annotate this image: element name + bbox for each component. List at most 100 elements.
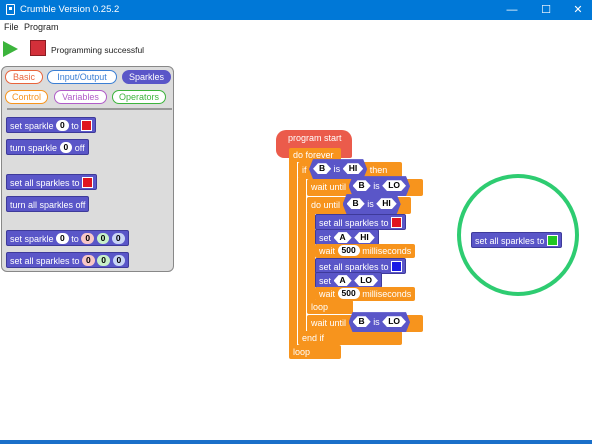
block-label: end if [302, 333, 325, 343]
input-b[interactable]: B [347, 198, 365, 209]
input-b[interactable]: B [353, 316, 371, 327]
set-output-block[interactable]: set A LO [315, 272, 382, 288]
block-label: set all sparkles to [319, 262, 389, 272]
palette-turn-all-sparkles-off-block[interactable]: turn all sparkles off [6, 196, 90, 212]
palette-set-all-sparkles-block[interactable]: set all sparkles to [6, 174, 98, 190]
blue-value[interactable]: 0 [111, 233, 125, 245]
tab-control[interactable]: Control [5, 90, 48, 104]
block-label: is [373, 181, 380, 192]
maximize-button[interactable]: ☐ [530, 0, 562, 20]
condition[interactable]: B is LO [349, 176, 410, 196]
color-swatch-blue[interactable] [391, 261, 403, 273]
color-swatch-red[interactable] [82, 177, 94, 189]
block-label: milliseconds [362, 246, 412, 256]
state-lo[interactable]: LO [382, 316, 406, 327]
block-label: off [74, 143, 85, 153]
input-b[interactable]: B [353, 180, 371, 191]
do-until-block[interactable]: do until B is HI [307, 197, 411, 214]
red-value[interactable]: 0 [82, 255, 95, 267]
palette-divider [7, 108, 172, 110]
block-label: to [71, 121, 79, 131]
do-forever-arm [289, 160, 297, 348]
block-label: is [333, 164, 341, 175]
wait-until-block[interactable]: wait until B is LO [307, 315, 423, 332]
do-until-arm [307, 213, 315, 303]
block-palette: Basic Input/Output Sparkles Control Vari… [1, 66, 174, 272]
tab-operators[interactable]: Operators [112, 90, 166, 104]
block-label: set all sparkles to [10, 178, 80, 188]
block-label: do until [311, 200, 341, 210]
close-button[interactable]: ✕ [562, 0, 592, 20]
palette-set-all-sparkles-rgb-block[interactable]: set all sparkles to 0 0 0 [6, 252, 130, 268]
sparkle-index[interactable]: 0 [59, 142, 73, 154]
app-icon [6, 4, 15, 15]
bottom-border [0, 440, 592, 444]
window-title: Crumble Version 0.25.2 [20, 4, 120, 15]
wait-ms-block[interactable]: wait 500 milliseconds [315, 244, 416, 258]
wait-until-block[interactable]: wait until B is LO [307, 179, 423, 196]
block-label: set sparkle [10, 121, 54, 131]
set-all-sparkles-block[interactable]: set all sparkles to [315, 214, 407, 230]
state-hi[interactable]: HI [376, 198, 397, 209]
block-label: loop [293, 347, 311, 357]
condition[interactable]: B is LO [349, 312, 410, 332]
block-label: wait until [311, 318, 347, 328]
block-label: turn all sparkles off [10, 200, 86, 210]
color-swatch-red[interactable] [391, 217, 403, 229]
title-bar: Crumble Version 0.25.2 — ☐ ✕ [0, 0, 592, 20]
sparkle-index[interactable]: 0 [56, 120, 69, 132]
set-output-block[interactable]: set A HI [315, 229, 379, 245]
state-lo[interactable]: LO [382, 180, 406, 191]
menu-file[interactable]: File [4, 22, 19, 32]
block-label: milliseconds [362, 289, 412, 299]
status-text: Programming successful [51, 45, 145, 55]
output-a[interactable]: A [334, 232, 352, 243]
blue-value[interactable]: 0 [112, 255, 126, 267]
tab-sparkles[interactable]: Sparkles [122, 70, 171, 84]
sparkle-index[interactable]: 0 [56, 233, 69, 245]
block-label: set [319, 276, 332, 286]
output-a[interactable]: A [334, 275, 352, 286]
block-label: program start [288, 133, 342, 143]
tab-variables[interactable]: Variables [54, 90, 107, 104]
wait-ms-block[interactable]: wait 500 milliseconds [315, 287, 416, 301]
block-label: is [373, 317, 380, 328]
green-value[interactable]: 0 [97, 255, 111, 267]
floating-set-all-sparkles-block[interactable]: set all sparkles to [471, 232, 563, 248]
block-label: set sparkle [10, 234, 54, 244]
minimize-button[interactable]: — [496, 0, 528, 20]
tab-basic[interactable]: Basic [5, 70, 43, 84]
block-label: do forever [293, 150, 334, 160]
palette-set-sparkle-rgb-block[interactable]: set sparkle 0 to 0 0 0 [6, 230, 129, 246]
green-value[interactable]: 0 [96, 233, 110, 245]
end-if-block[interactable]: end if [298, 331, 402, 345]
if-arm [298, 178, 306, 334]
block-label: wait [319, 289, 336, 299]
state-lo[interactable]: LO [354, 275, 378, 286]
stop-icon[interactable] [30, 40, 46, 56]
red-value[interactable]: 0 [81, 233, 95, 245]
menu-program[interactable]: Program [24, 22, 59, 32]
color-swatch-green[interactable] [547, 235, 559, 247]
loop-block[interactable]: loop [307, 300, 353, 314]
block-label: turn sparkle [10, 143, 58, 153]
wait-value[interactable]: 500 [337, 288, 360, 300]
state-hi[interactable]: HI [354, 232, 375, 243]
block-label: then [369, 165, 388, 175]
block-label: set all sparkles to [475, 236, 545, 246]
palette-turn-sparkle-block[interactable]: turn sparkle 0 off [6, 139, 89, 155]
tab-input-output[interactable]: Input/Output [47, 70, 117, 84]
block-label: set all sparkles to [10, 256, 80, 266]
color-swatch-red[interactable] [81, 120, 93, 132]
toolbar: Programming successful [0, 34, 592, 64]
wait-value[interactable]: 500 [337, 245, 360, 257]
block-label: set all sparkles to [319, 218, 389, 228]
state-hi[interactable]: HI [343, 163, 364, 174]
condition[interactable]: B is HI [343, 194, 401, 214]
input-b[interactable]: B [313, 163, 331, 174]
block-label: is [367, 199, 374, 210]
block-label: to [71, 234, 79, 244]
run-icon[interactable] [3, 41, 18, 57]
loop-block[interactable]: loop [289, 345, 341, 359]
palette-set-sparkle-block[interactable]: set sparkle 0 to [6, 117, 97, 133]
